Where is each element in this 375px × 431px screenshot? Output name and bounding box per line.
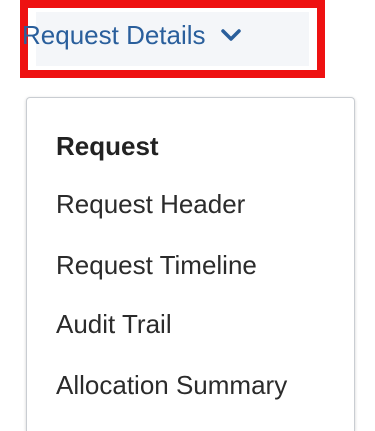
menu-item-request-header[interactable]: Request Header: [56, 189, 245, 220]
dropdown-label: Request Details: [22, 19, 206, 50]
dropdown-menu: Request Request Header Request Timeline …: [26, 97, 355, 431]
page: Request Details Request Request Header R…: [0, 0, 375, 431]
request-details-dropdown[interactable]: Request Details: [22, 12, 242, 58]
menu-item-allocation-summary[interactable]: Allocation Summary: [56, 370, 287, 401]
chevron-down-icon: [220, 24, 242, 46]
menu-item-audit-trail[interactable]: Audit Trail: [56, 309, 172, 340]
menu-item-request[interactable]: Request: [56, 131, 159, 162]
menu-item-request-timeline[interactable]: Request Timeline: [56, 250, 257, 281]
